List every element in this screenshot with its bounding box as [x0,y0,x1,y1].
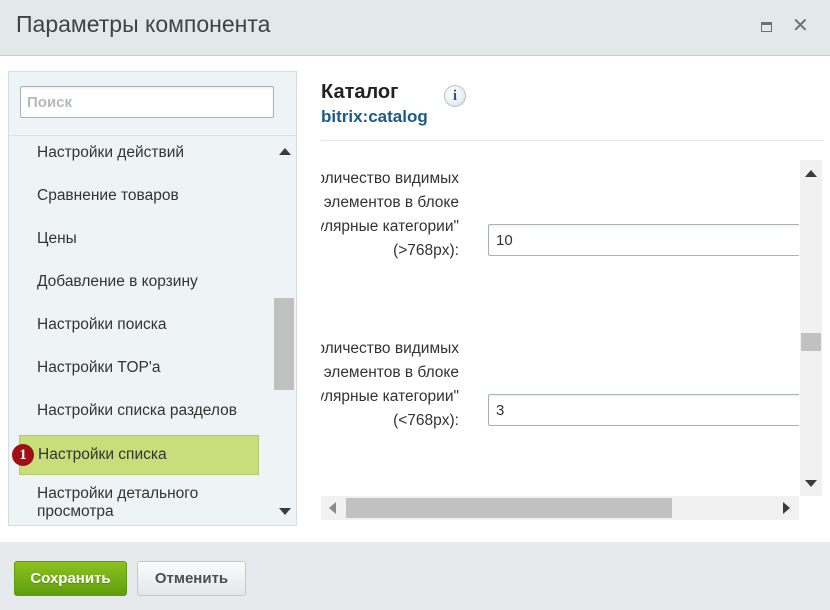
param-label-text: Количество видимых элементов в блоке "По… [321,170,459,259]
sidebar-item-detail-settings[interactable]: Настройки детального просмотра [19,481,259,525]
param-label-popular-mobile: 3Количество видимых элементов в блоке "П… [321,337,459,433]
sidebar-item-top-settings[interactable]: Настройки TOP'а [19,348,259,388]
sidebar-item-label: Цены [37,230,77,247]
scroll-right-arrow-icon[interactable] [783,502,790,514]
sidebar-item-prices[interactable]: Цены [19,219,259,259]
sidebar-scrollbar[interactable] [274,136,296,526]
popular-count-mobile-input[interactable] [488,394,799,426]
search-area [9,72,296,136]
param-label-text: Количество видимых элементов в блоке "По… [321,340,459,429]
maximize-icon [761,22,772,32]
maximize-button[interactable] [758,18,776,36]
dialog-titlebar: Параметры компонента ✕ [0,0,830,56]
sidebar: Настройки действий Сравнение товаров Цен… [8,71,297,526]
sidebar-item-action-settings[interactable]: Настройки действий [19,136,259,173]
sidebar-item-label: Настройки детального просмотра [37,485,199,520]
sidebar-item-section-list-settings[interactable]: Настройки списка разделов [19,391,259,431]
sidebar-item-label: Настройки поиска [37,316,167,333]
scroll-down-arrow-icon[interactable] [805,480,817,487]
sidebar-item-label: Настройки списка [38,446,167,463]
sidebar-item-label: Настройки списка разделов [37,402,237,419]
params-panel: 2Количество видимых элементов в блоке "П… [321,160,799,496]
scrollbar-thumb[interactable] [274,298,294,390]
close-icon: ✕ [792,15,809,37]
dialog-body: Настройки действий Сравнение товаров Цен… [0,56,830,542]
info-icon[interactable]: i [444,85,466,107]
params-horizontal-scrollbar[interactable] [321,496,799,520]
component-title: Каталог [321,81,399,103]
cancel-button[interactable]: Отменить [137,561,246,596]
dialog-footer: Сохранить Отменить [0,542,830,610]
scrollbar-thumb[interactable] [801,333,821,351]
sidebar-item-add-to-cart[interactable]: Добавление в корзину [19,262,259,302]
scroll-up-arrow-icon[interactable] [279,148,291,155]
scroll-left-arrow-icon[interactable] [329,502,336,514]
sidebar-item-label: Добавление в корзину [37,273,198,290]
sidebar-item-label: Настройки TOP'а [37,359,161,376]
popular-count-desktop-input[interactable] [488,224,799,256]
sidebar-nav-list: Настройки действий Сравнение товаров Цен… [9,136,274,526]
component-code: bitrix:catalog [321,107,428,126]
divider [321,140,824,141]
param-label-popular-desktop: 2Количество видимых элементов в блоке "П… [321,167,459,263]
scroll-up-arrow-icon[interactable] [805,170,817,177]
scroll-down-arrow-icon[interactable] [279,508,291,515]
sidebar-item-compare[interactable]: Сравнение товаров [19,176,259,216]
sidebar-item-list-settings[interactable]: 1 Настройки списка [12,435,259,475]
step-badge-1: 1 [12,444,34,466]
scrollbar-thumb[interactable] [346,498,672,518]
sidebar-item-label: Сравнение товаров [37,187,179,204]
dialog-title: Параметры компонента [16,11,271,37]
sidebar-item-label: Настройки действий [37,144,185,161]
params-vertical-scrollbar[interactable] [800,160,822,496]
close-button[interactable]: ✕ [792,15,810,37]
sidebar-item-search-settings[interactable]: Настройки поиска [19,305,259,345]
save-button[interactable]: Сохранить [14,561,127,596]
search-input[interactable] [20,86,274,118]
